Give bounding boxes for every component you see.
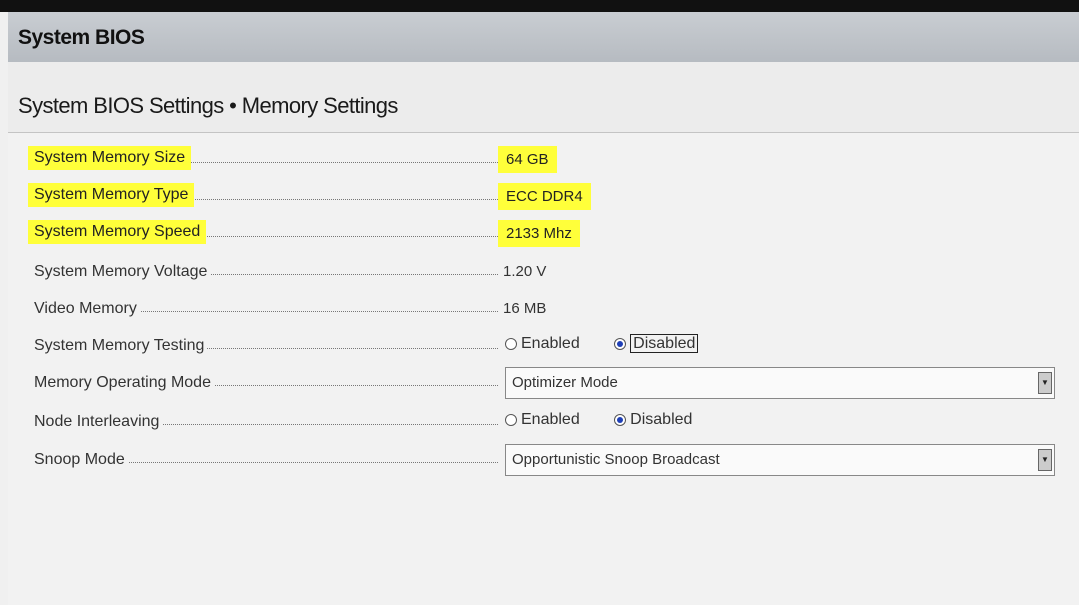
window-title: System BIOS [18,26,145,49]
setting-label: System Memory Testing [34,337,208,355]
setting-value: 64 GB [498,146,557,173]
window-header: System BIOS [8,12,1079,63]
setting-value: 2133 Mhz [498,220,580,247]
radio-label: Enabled [521,335,580,352]
setting-row-memory-size: System Memory Size 64 GB [8,143,1079,179]
radio-label: Disabled [630,334,699,353]
setting-value: 16 MB [503,300,547,317]
setting-row-snoop-mode: Snoop Mode Opportunistic Snoop Broadcast… [8,443,1079,479]
setting-label: Memory Operating Mode [34,374,214,392]
select-value: Opportunistic Snoop Broadcast [512,451,720,468]
setting-label: Snoop Mode [34,451,128,469]
memory-testing-disabled-radio[interactable]: Disabled [614,334,699,353]
node-interleaving-disabled-radio[interactable]: Disabled [614,411,692,429]
snoop-mode-select[interactable]: Opportunistic Snoop Broadcast ▼ [505,444,1055,476]
radio-label: Enabled [521,411,580,428]
top-edge-bar [0,0,1079,12]
setting-row-video-memory: Video Memory 16 MB [8,292,1079,328]
setting-label: System Memory Type [28,183,195,207]
setting-row-memory-voltage: System Memory Voltage 1.20 V [8,255,1079,291]
settings-panel: System Memory Size 64 GB System Memory T… [8,133,1079,605]
memory-testing-radio-group: Enabled Disabled [505,334,728,353]
setting-label: Node Interleaving [34,413,163,431]
setting-label: System Memory Voltage [34,263,211,281]
radio-label: Disabled [630,411,693,428]
setting-value: 1.20 V [503,263,547,280]
breadcrumb-bar: System BIOS Settings • Memory Settings [8,62,1079,133]
setting-label: System Memory Size [28,146,192,170]
radio-unchecked-icon [505,413,517,426]
setting-value: ECC DDR4 [498,183,591,210]
setting-label: Video Memory [34,300,140,318]
dropdown-arrow-icon[interactable]: ▼ [1038,449,1052,471]
memory-testing-enabled-radio[interactable]: Enabled [505,335,580,353]
setting-row-memory-testing: System Memory Testing Enabled Disabled [8,329,1079,365]
select-value: Optimizer Mode [512,374,618,391]
radio-checked-icon [614,337,627,350]
node-interleaving-radio-group: Enabled Disabled [505,411,722,429]
setting-label: System Memory Speed [28,220,207,244]
memory-operating-mode-select[interactable]: Optimizer Mode ▼ [505,367,1055,399]
dropdown-arrow-icon[interactable]: ▼ [1038,372,1052,394]
breadcrumb: System BIOS Settings • Memory Settings [18,93,398,118]
radio-checked-icon [614,413,627,426]
setting-row-node-interleaving: Node Interleaving Enabled Disabled [8,405,1079,441]
radio-unchecked-icon [505,337,517,350]
setting-row-operating-mode: Memory Operating Mode Optimizer Mode ▼ [8,366,1079,402]
node-interleaving-enabled-radio[interactable]: Enabled [505,411,580,429]
setting-row-memory-type: System Memory Type ECC DDR4 [8,180,1079,216]
setting-row-memory-speed: System Memory Speed 2133 Mhz [8,217,1079,253]
